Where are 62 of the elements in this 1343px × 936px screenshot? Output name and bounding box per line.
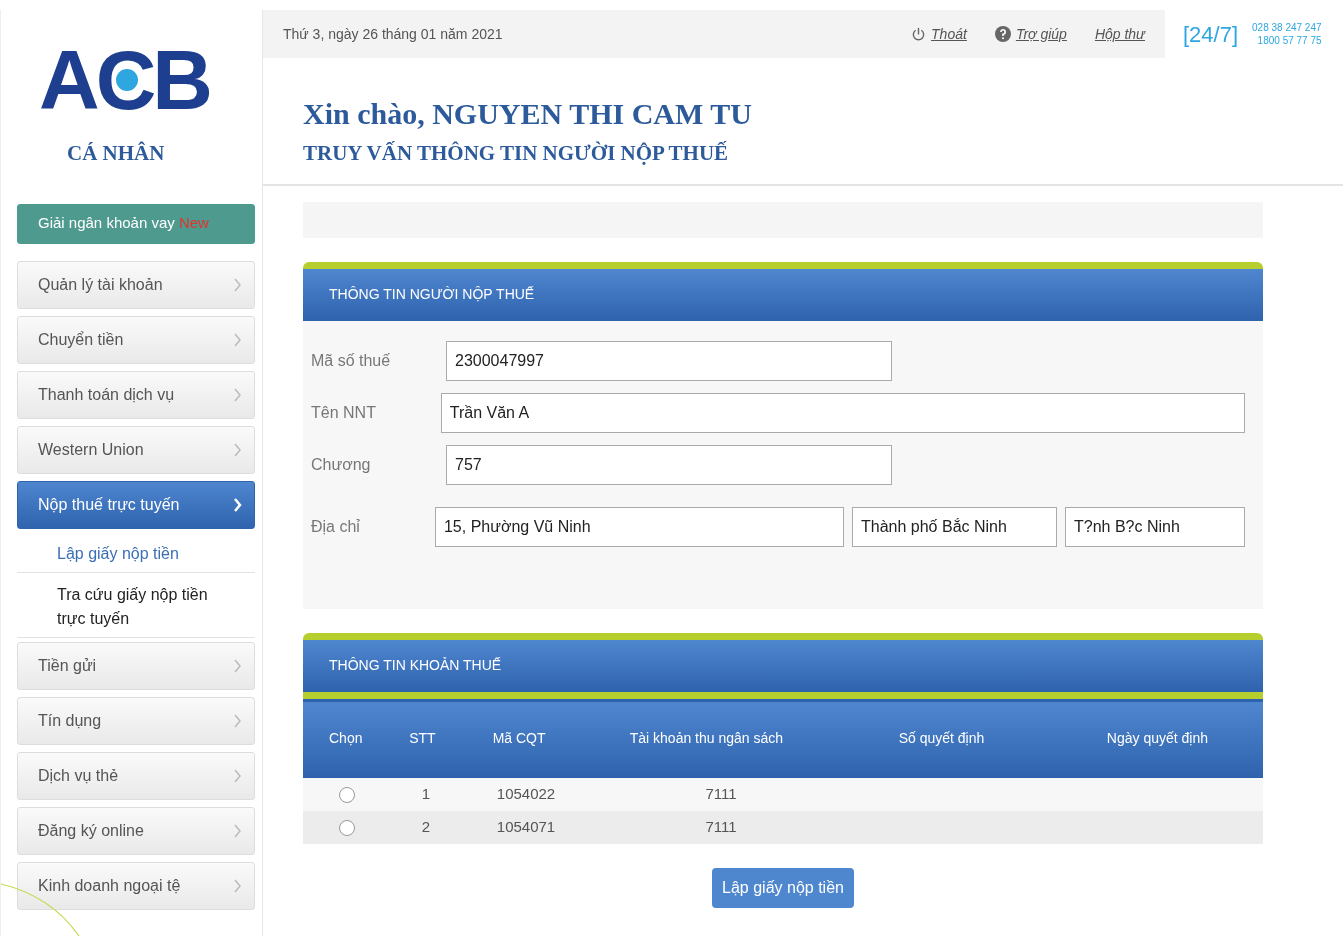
chevron-icon [233,497,242,512]
chevron-icon [233,387,242,402]
input-field[interactable]: Thành phố Bắc Ninh [852,506,1057,547]
chevron-icon [233,713,242,728]
table-cell: 1054071 [496,818,556,836]
hotline-number: 1800 57 77 75 [1256,34,1322,47]
input-field[interactable]: Trần Văn A [440,392,1245,433]
chevron-icon [233,658,242,673]
page-title: TRUY VẤN THÔNG TIN NGƯỜI NỘP THUẾ [303,140,730,167]
sidebar-item[interactable]: Western Union [17,425,255,474]
radio-button[interactable] [339,820,355,837]
column-header: STT [388,695,457,778]
sidebar-item[interactable]: Thanh toán dịch vụ [17,370,255,419]
panel-header: THÔNG TIN NGƯỜI NỘP THUẾ [303,268,1263,321]
sidebar-item[interactable]: Nộp thuế trực tuyến [17,480,255,529]
radio-button[interactable] [339,787,355,804]
field-label: Tên NNT [311,402,377,423]
header-link[interactable]: Trợ giúp [994,23,1067,45]
table-cell: 1054022 [496,785,556,803]
column-header: Ngày quyết định [1051,695,1263,778]
panel-header: THÔNG TIN KHOẢN THUẾ [303,639,1263,692]
chevron-icon [233,332,242,347]
sidebar-item[interactable]: Quản lý tài khoản [17,260,255,309]
sidebar-item[interactable]: Đăng ký online [17,806,255,855]
sidebar-item[interactable]: Kinh doanh ngoại tệ [17,861,255,910]
column-header: Mã CQT [456,695,582,778]
column-header: Tài khoản thu ngân sách [581,695,832,778]
bank-logo: ACB [39,38,210,122]
column-header: Số quyết định [831,695,1052,778]
help-icon [994,26,1011,42]
input-field[interactable]: T?nh B?c Ninh [1065,506,1245,547]
field-label: Chương [311,454,372,475]
sidebar-item[interactable]: Dịch vụ thẻ [17,751,255,800]
input-field[interactable]: 15, Phường Vũ Ninh [434,506,844,547]
power-icon [911,26,927,42]
column-header: Chọn [303,695,389,778]
table-cell: 1 [421,785,431,803]
chevron-icon [233,442,242,457]
input-field[interactable]: 2300047997 [446,340,892,381]
field-label: Mã số thuế [311,350,392,371]
logo-subtitle: CÁ NHÂN [67,140,166,167]
chevron-icon [233,277,242,292]
greeting-text: Xin chào, NGUYEN THI CAM TU [303,96,753,132]
header-link[interactable]: Hộp thư [1094,23,1145,45]
sidebar-item[interactable]: Chuyển tiền [17,315,255,364]
table-cell: 7111 [705,818,737,836]
table-cell: 2 [421,818,431,836]
hotline-label: [24/7] [1183,20,1239,49]
sidebar-item[interactable]: Tín dụng [17,696,255,745]
field-label: Địa chỉ [311,516,361,537]
create-payment-button[interactable]: Lập giấy nộp tiền [712,868,854,908]
submenu-item[interactable]: Tra cứu giấy nộp tiền trực tuyến [17,576,255,638]
chevron-icon [233,768,242,783]
header-link[interactable]: Thoát [911,23,967,45]
input-field[interactable]: 757 [446,444,892,485]
table-cell: 7111 [705,785,737,803]
chevron-icon [233,878,242,893]
submenu-item[interactable]: Lập giấy nộp tiền [17,535,255,573]
hotline-number: 028 38 247 247 [1252,21,1322,34]
chevron-icon [233,823,242,838]
date-text: Thứ 3, ngày 26 tháng 01 năm 2021 [283,24,503,44]
sidebar-item[interactable]: Tiền gửi [17,641,255,690]
